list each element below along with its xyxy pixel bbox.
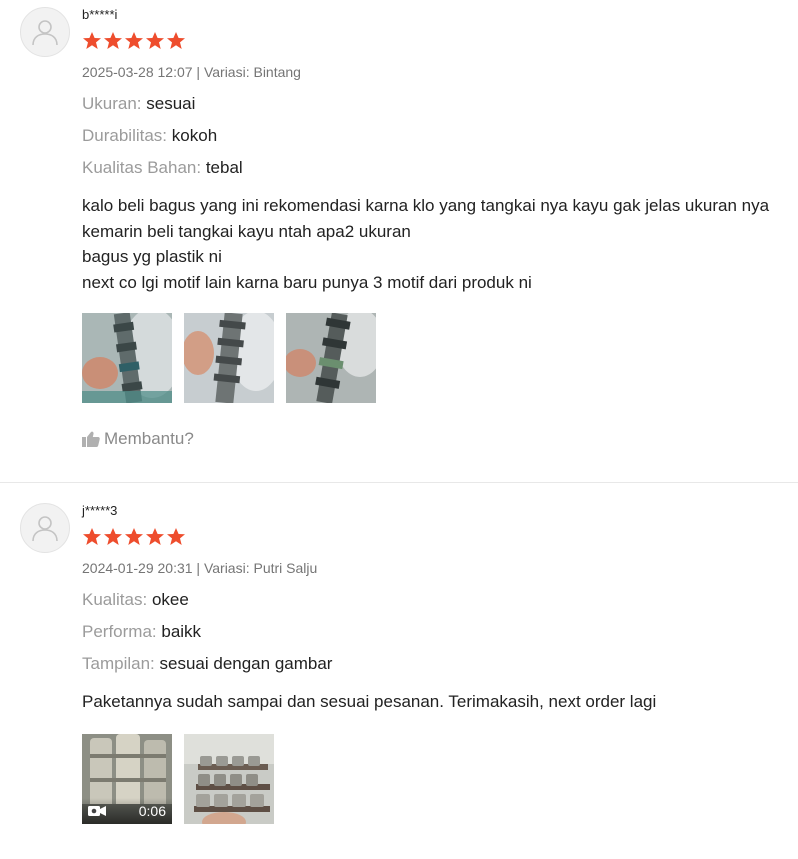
video-overlay: 0:06 bbox=[82, 797, 172, 824]
comment-line: kemarin beli tangkai kayu ntah apa2 ukur… bbox=[82, 221, 411, 241]
helpful-label: Membantu? bbox=[104, 429, 194, 448]
attribute-label: Tampilan: bbox=[82, 654, 155, 673]
attribute-row: Performa: baikk bbox=[82, 621, 788, 643]
review-item: j*****3 2024-01-29 20:31 | Variasi: Putr… bbox=[0, 484, 798, 859]
attribute-label: Kualitas: bbox=[82, 590, 148, 609]
attribute-label: Durabilitas: bbox=[82, 126, 168, 145]
attribute-label: Performa: bbox=[82, 622, 157, 641]
rating-stars bbox=[82, 31, 788, 51]
attribute-value: tebal bbox=[205, 158, 243, 177]
reviewer-username: j*****3 bbox=[82, 503, 118, 518]
review-item: b*****i 2025-03-28 12:07 | Variasi: Bint… bbox=[0, 0, 798, 483]
video-camera-icon bbox=[88, 805, 106, 816]
star-icon bbox=[125, 528, 143, 545]
attribute-value: sesuai dengan gambar bbox=[159, 654, 333, 673]
attribute-value: baikk bbox=[161, 622, 202, 641]
star-icon bbox=[83, 32, 101, 49]
video-duration: 0:06 bbox=[138, 802, 166, 819]
review-media-list: 0:06 bbox=[82, 733, 788, 824]
attribute-row: Durabilitas: kokoh bbox=[82, 125, 788, 147]
star-icon bbox=[167, 528, 185, 545]
user-silhouette-icon bbox=[32, 20, 58, 46]
review-photo-thumbnail[interactable] bbox=[82, 313, 172, 403]
avatar[interactable] bbox=[20, 7, 70, 57]
review-photo-thumbnail[interactable] bbox=[286, 313, 376, 403]
review-comment: kalo beli bagus yang ini rekomendasi kar… bbox=[82, 193, 788, 295]
reviewer-username: b*****i bbox=[82, 7, 118, 22]
review-attributes: Ukuran: sesuai Durabilitas: kokoh Kualit… bbox=[82, 93, 788, 179]
helpful-button[interactable]: Membantu? bbox=[82, 428, 788, 450]
star-icon bbox=[104, 32, 122, 49]
attribute-value: kokoh bbox=[171, 126, 218, 145]
attribute-row: Tampilan: sesuai dengan gambar bbox=[82, 653, 788, 675]
review-photo-thumbnail[interactable] bbox=[184, 313, 274, 403]
avatar[interactable] bbox=[20, 503, 70, 553]
review-media-list bbox=[82, 313, 788, 403]
review-date-variation: 2025-03-28 12:07 | Variasi: Bintang bbox=[82, 64, 301, 80]
comment-line: Paketannya sudah sampai dan sesuai pesan… bbox=[82, 692, 657, 711]
thumbs-up-icon bbox=[82, 431, 100, 447]
attribute-value: okee bbox=[151, 590, 189, 609]
star-icon bbox=[104, 528, 122, 545]
attribute-value: sesuai bbox=[146, 94, 196, 113]
review-comment: Paketannya sudah sampai dan sesuai pesan… bbox=[82, 689, 788, 715]
star-icon bbox=[167, 32, 185, 49]
attribute-label: Ukuran: bbox=[82, 94, 142, 113]
attribute-row: Kualitas Bahan: tebal bbox=[82, 157, 788, 179]
review-attributes: Kualitas: okee Performa: baikk Tampilan:… bbox=[82, 589, 788, 675]
attribute-row: Kualitas: okee bbox=[82, 589, 788, 611]
user-silhouette-icon bbox=[32, 516, 58, 542]
comment-line: next co lgi motif lain karna baru punya … bbox=[82, 272, 532, 292]
review-video-thumbnail[interactable]: 0:06 bbox=[82, 733, 172, 824]
review-photo-thumbnail[interactable] bbox=[184, 733, 274, 824]
rating-stars bbox=[82, 527, 788, 547]
star-icon bbox=[146, 32, 164, 49]
attribute-label: Kualitas Bahan: bbox=[82, 158, 202, 177]
star-icon bbox=[125, 32, 143, 49]
comment-line: bagus yg plastik ni bbox=[82, 247, 222, 266]
comment-line: kalo beli bagus yang ini rekomendasi kar… bbox=[82, 196, 770, 215]
review-date-variation: 2024-01-29 20:31 | Variasi: Putri Salju bbox=[82, 560, 318, 576]
star-icon bbox=[83, 528, 101, 545]
attribute-row: Ukuran: sesuai bbox=[82, 93, 788, 115]
star-icon bbox=[146, 528, 164, 545]
